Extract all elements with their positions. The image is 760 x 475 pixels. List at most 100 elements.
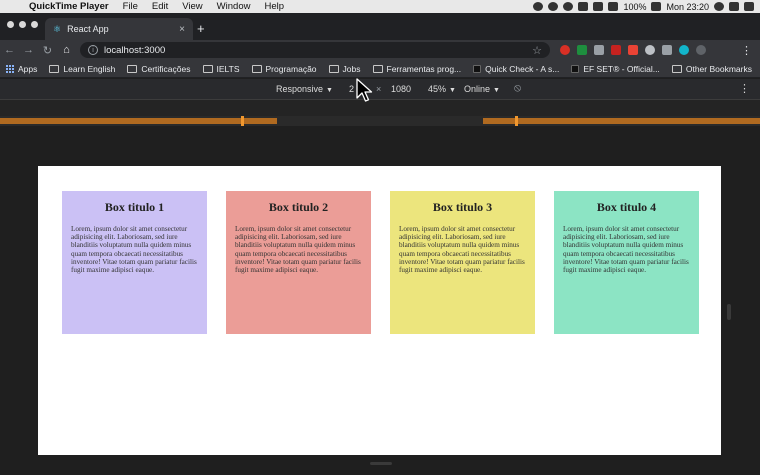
bookmark-ferramentas[interactable]: Ferramentas prog... [372, 63, 462, 74]
page-viewport: Box titulo 1 Lorem, ipsum dolor sit amet… [38, 166, 721, 455]
address-bar[interactable]: i localhost:3000 ☆ [80, 42, 550, 58]
media-query-marker[interactable] [241, 116, 244, 126]
device-options-icon[interactable]: ⋮ [739, 82, 750, 95]
browser-menu-icon[interactable]: ⋮ [741, 44, 752, 57]
box-3: Box titulo 3 Lorem, ipsum dolor sit amet… [390, 191, 535, 334]
extension-v-icon[interactable] [662, 45, 672, 55]
status-vpn-icon[interactable] [563, 2, 574, 11]
box-title: Box titulo 1 [104, 200, 165, 214]
extension-b-icon[interactable] [628, 45, 638, 55]
menu-app-name[interactable]: QuickTime Player [22, 0, 116, 13]
caret-down-icon: ▼ [449, 87, 456, 94]
profile-avatar[interactable] [696, 45, 706, 55]
bookmark-label: Learn English [63, 63, 116, 74]
menu-edit[interactable]: Edit [145, 0, 175, 13]
maximize-window-icon[interactable] [31, 21, 38, 28]
viewport-resize-handle-right[interactable] [727, 304, 731, 320]
tab-react-app[interactable]: ⚛ React App × [45, 18, 193, 40]
react-favicon-icon: ⚛ [53, 23, 62, 34]
volume-icon[interactable] [608, 2, 619, 11]
bookmark-label: Quick Check - A s... [485, 63, 560, 74]
bookmark-jobs[interactable]: Jobs [328, 63, 361, 74]
bookmark-learn-english[interactable]: Learn English [49, 64, 115, 74]
bookmark-label: Programação [265, 63, 317, 74]
box-title: Box titulo 2 [268, 200, 329, 214]
extension-clip-icon[interactable] [611, 45, 621, 55]
tab-close-icon[interactable]: × [179, 24, 185, 35]
extensions [560, 45, 706, 55]
media-query-range-right[interactable] [483, 118, 760, 124]
mouse-cursor-icon [356, 78, 373, 102]
device-label: Responsive [276, 84, 324, 94]
reload-icon[interactable]: ↻ [38, 44, 57, 57]
extension-doc-icon[interactable] [594, 45, 604, 55]
bookmark-label: EF SET® - Official... [583, 63, 660, 74]
media-query-range-left[interactable] [0, 118, 277, 124]
bookmark-label: Jobs [342, 63, 361, 74]
new-tab-button[interactable]: + [197, 21, 205, 36]
viewport-resize-handle-bottom[interactable] [370, 462, 392, 465]
wifi-icon[interactable] [593, 2, 604, 11]
bookmark-apps[interactable]: Apps [6, 64, 37, 74]
media-query-marker[interactable] [515, 116, 518, 126]
menu-window[interactable]: Window [210, 0, 258, 13]
extension-shield-icon[interactable] [577, 45, 587, 55]
status-stop-icon[interactable] [533, 2, 544, 11]
clock[interactable]: Mon 23:20 [666, 2, 709, 12]
bookmark-star-icon[interactable]: ☆ [532, 44, 542, 57]
zoom-select[interactable]: 45% ▼ [428, 84, 456, 94]
macos-menu-bar: QuickTime Player File Edit View Window H… [0, 0, 760, 13]
height-input[interactable]: 1080 [391, 84, 411, 94]
extension-settings-icon[interactable] [645, 45, 655, 55]
bookmark-label: Other Bookmarks [685, 63, 752, 74]
close-window-icon[interactable] [7, 21, 14, 28]
dimension-separator: × [376, 84, 382, 94]
extension-globe-icon[interactable] [679, 45, 689, 55]
box-1: Box titulo 1 Lorem, ipsum dolor sit amet… [62, 191, 207, 334]
menu-status-area: 100% Mon 23:20 [533, 2, 760, 12]
box-text: Lorem, ipsum dolor sit amet consectetur … [71, 225, 197, 275]
folder-icon [671, 64, 682, 73]
status-record-icon[interactable] [548, 2, 559, 11]
bookmark-quick-check[interactable]: Quick Check - A s... [473, 64, 559, 74]
menu-view[interactable]: View [175, 0, 209, 13]
throttle-select[interactable]: Online ▼ [464, 84, 500, 94]
width-input[interactable]: 2 [349, 84, 354, 94]
folder-icon [49, 64, 60, 73]
bookmark-ielts[interactable]: IELTS [202, 64, 240, 74]
battery-icon[interactable] [651, 2, 662, 11]
caret-down-icon: ▼ [326, 87, 333, 94]
site-favicon-icon [473, 64, 482, 73]
bookmark-other[interactable]: Other Bookmarks [671, 63, 752, 74]
folder-icon [251, 64, 262, 73]
menu-help[interactable]: Help [257, 0, 291, 13]
throttle-label: Online [464, 84, 491, 94]
site-info-icon[interactable]: i [88, 45, 98, 55]
menu-file[interactable]: File [116, 0, 145, 13]
device-select[interactable]: Responsive ▼ [276, 84, 333, 94]
bookmark-label: Apps [18, 63, 38, 74]
status-sync-icon[interactable] [578, 2, 589, 11]
bookmark-label: Ferramentas prog... [386, 63, 462, 74]
window-controls [7, 21, 38, 28]
bookmark-label: Certificações [141, 63, 191, 74]
bookmark-ef-set[interactable]: EF SET® - Official... [571, 63, 660, 74]
browser-toolbar: ← → ↻ ⌂ i localhost:3000 ☆ ⋮ [0, 40, 760, 60]
url-text[interactable]: localhost:3000 [104, 45, 165, 56]
box-text: Lorem, ipsum dolor sit amet consectetur … [563, 225, 689, 275]
extension-red-icon[interactable] [560, 45, 570, 55]
folder-icon [127, 64, 138, 73]
user-icon[interactable] [714, 2, 724, 11]
home-icon[interactable]: ⌂ [57, 44, 76, 56]
back-icon[interactable]: ← [0, 44, 19, 56]
bookmark-programacao[interactable]: Programação [251, 63, 317, 74]
forward-icon[interactable]: → [19, 44, 38, 56]
minimize-window-icon[interactable] [19, 21, 26, 28]
notification-center-icon[interactable] [744, 2, 754, 11]
rotate-icon[interactable]: ⦸ [514, 82, 521, 95]
bookmark-certificacoes[interactable]: Certificações [127, 63, 191, 74]
spotlight-icon[interactable] [729, 2, 739, 11]
battery-percentage: 100% [623, 1, 647, 12]
ruler-spacer [0, 100, 760, 116]
bookmarks-bar: Apps Learn English Certificações IELTS P… [0, 60, 760, 78]
